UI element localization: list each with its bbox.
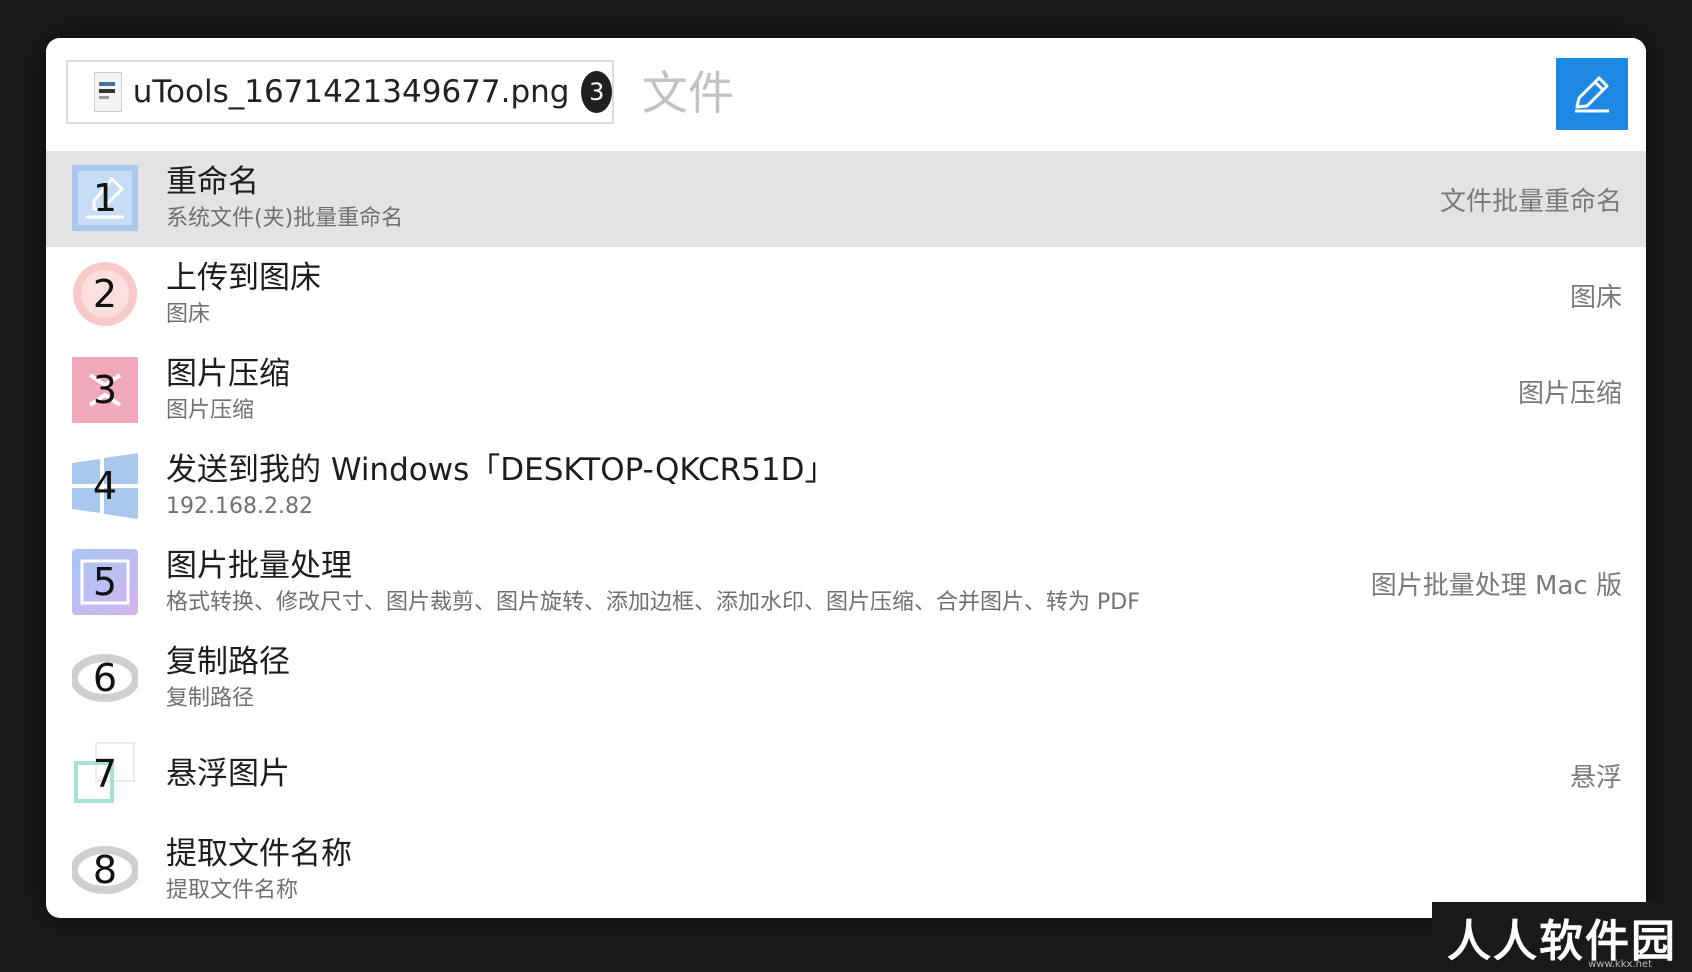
item-texts: 图片批量处理 格式转换、修改尺寸、图片裁剪、图片旋转、添加边框、添加水印、图片压… xyxy=(166,545,1140,619)
item-texts: 悬浮图片 xyxy=(166,753,290,795)
item-number: 1 xyxy=(92,176,118,220)
item-plugin-name: 悬浮 xyxy=(1569,763,1622,793)
item-title: 发送到我的 Windows「DESKTOP-QKCR51D」 xyxy=(166,452,836,488)
item-number: 2 xyxy=(92,272,118,316)
item-texts: 发送到我的 Windows「DESKTOP-QKCR51D」 192.168.2… xyxy=(166,449,836,523)
list-item-batch-process[interactable]: 5 图片批量处理 格式转换、修改尺寸、图片裁剪、图片旋转、添加边框、添加水印、图… xyxy=(46,535,1646,631)
item-title: 上传到图床 xyxy=(166,260,321,296)
item-subtitle: 复制路径 xyxy=(166,686,255,711)
watermark: 人人软件园 xyxy=(1432,902,1692,972)
item-subtitle: 提取文件名称 xyxy=(166,878,299,903)
item-plugin-name: 图床 xyxy=(1569,283,1622,313)
item-number: 6 xyxy=(92,656,118,700)
item-number: 4 xyxy=(92,464,118,508)
item-texts: 提取文件名称 提取文件名称 xyxy=(166,833,352,907)
file-name: uTools_1671421349677.png xyxy=(132,74,570,110)
list-item-upload[interactable]: 2 上传到图床 图床 图床 xyxy=(46,247,1646,343)
list-item-send-windows[interactable]: 4 发送到我的 Windows「DESKTOP-QKCR51D」 192.168… xyxy=(46,439,1646,535)
list-item-rename[interactable]: 1 重命名 系统文件(夹)批量重命名 文件批量重命名 xyxy=(46,151,1646,247)
watermark-url: www.kkx.net xyxy=(1588,959,1652,970)
item-title: 图片批量处理 xyxy=(166,548,352,584)
item-title: 提取文件名称 xyxy=(166,836,352,872)
file-chip[interactable]: uTools_1671421349677.png 3 xyxy=(66,60,614,124)
search-input[interactable] xyxy=(640,60,1244,126)
item-texts: 复制路径 复制路径 xyxy=(166,641,290,715)
item-plugin-name: 文件批量重命名 xyxy=(1439,187,1622,217)
item-subtitle: 图床 xyxy=(166,302,211,327)
item-title: 悬浮图片 xyxy=(166,756,290,792)
result-list: 1 重命名 系统文件(夹)批量重命名 文件批量重命名 2 上传到图床 图床 图床 xyxy=(46,151,1646,918)
search-bar: uTools_1671421349677.png 3 xyxy=(46,38,1646,151)
item-number: 3 xyxy=(92,368,118,412)
file-count-badge: 3 xyxy=(581,71,612,113)
item-title: 复制路径 xyxy=(166,644,290,680)
item-texts: 重命名 系统文件(夹)批量重命名 xyxy=(166,161,403,235)
list-item-float-image[interactable]: 7 悬浮图片 悬浮 xyxy=(46,727,1646,823)
item-plugin-name: 图片压缩 xyxy=(1517,379,1622,409)
list-item-compress[interactable]: 3 图片压缩 图片压缩 图片压缩 xyxy=(46,343,1646,439)
item-subtitle: 系统文件(夹)批量重命名 xyxy=(166,206,404,231)
item-number: 7 xyxy=(92,752,118,796)
image-file-icon xyxy=(90,70,122,114)
item-title: 图片压缩 xyxy=(166,356,290,392)
item-subtitle: 图片压缩 xyxy=(166,398,255,423)
list-item-copy-path[interactable]: 6 复制路径 复制路径 xyxy=(46,631,1646,727)
utools-window: uTools_1671421349677.png 3 1 重命名 系统文 xyxy=(46,38,1646,918)
item-subtitle: 192.168.2.82 xyxy=(166,494,313,519)
edit-button[interactable] xyxy=(1556,58,1628,130)
pencil-icon xyxy=(1575,76,1609,113)
item-texts: 图片压缩 图片压缩 xyxy=(166,353,290,427)
item-title: 重命名 xyxy=(166,164,259,200)
item-number: 8 xyxy=(92,848,118,892)
item-subtitle: 格式转换、修改尺寸、图片裁剪、图片旋转、添加边框、添加水印、图片压缩、合并图片、… xyxy=(166,590,1140,615)
item-plugin-name: 图片批量处理 Mac 版 xyxy=(1370,571,1622,601)
list-item-extract-filename[interactable]: 8 提取文件名称 提取文件名称 xyxy=(46,823,1646,918)
item-number: 5 xyxy=(92,560,118,604)
item-texts: 上传到图床 图床 xyxy=(166,257,321,331)
